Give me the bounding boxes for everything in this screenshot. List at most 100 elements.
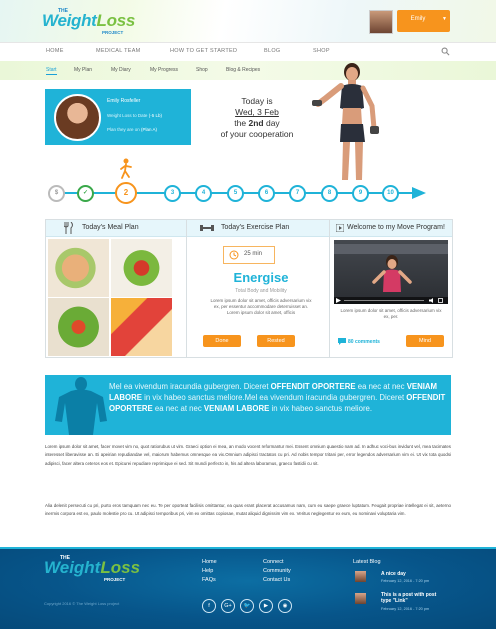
duration-badge: 25 min <box>223 246 275 264</box>
footer-link-faqs[interactable]: FAQs <box>202 577 216 583</box>
done-button[interactable]: Done <box>203 335 241 347</box>
volume-icon[interactable] <box>429 298 434 303</box>
body-paragraph-1: Lorem ipsum dolor sit amet, facer movet … <box>45 444 451 466</box>
video-progress-bar[interactable] <box>344 300 424 301</box>
video-player[interactable] <box>334 240 448 304</box>
fitness-model-image <box>312 63 379 180</box>
timeline-step-done-icon[interactable]: ✓ <box>77 185 94 202</box>
runner-icon <box>120 158 132 179</box>
timeline-step-6[interactable]: 6 <box>258 185 275 202</box>
meal-photo-4[interactable] <box>111 298 172 356</box>
blog-post-title-1[interactable]: A nice day <box>381 571 406 577</box>
timeline-step-8[interactable]: 8 <box>321 185 338 202</box>
exercise-plan-card-header: Today's Exercise Plan <box>187 220 335 237</box>
rested-button[interactable]: Rested <box>257 335 295 347</box>
timeline-step-9[interactable]: 9 <box>352 185 369 202</box>
timeline-step-10[interactable]: 10 <box>382 185 399 202</box>
chevron-down-icon: ▼ <box>442 16 447 22</box>
profile-photo <box>54 94 101 141</box>
blog-post-title-2[interactable]: This is a post with post type "Link" <box>381 592 443 604</box>
user-name: Emily <box>410 16 426 22</box>
meal-plan-card-header: Today's Meal Plan <box>46 220 194 237</box>
instagram-icon[interactable]: ◉ <box>278 599 292 613</box>
logo-wordmark: WeightLoss <box>42 11 136 30</box>
body-paragraph-2: Alia delenit persecuti cu pri, purto ero… <box>45 503 451 517</box>
nav-item-blog[interactable]: BLOG <box>264 48 280 54</box>
subnav-item-blog-recipes[interactable]: Blog & Recipes <box>226 67 260 73</box>
athlete-silhouette-image <box>55 377 107 435</box>
footer-link-connect[interactable]: Connect <box>263 559 284 565</box>
footer-logo[interactable]: THE WeightLoss PROJECT <box>44 555 144 583</box>
mind-button[interactable]: Mind <box>406 335 444 347</box>
meal-plan-card: Today's Meal Plan <box>45 219 195 358</box>
exercise-plan-card: Today's Exercise Plan 25 min Energise To… <box>186 219 336 358</box>
blog-thumb-1[interactable] <box>355 571 366 582</box>
footer-link-help[interactable]: Help <box>202 568 213 574</box>
search-icon[interactable] <box>441 47 450 56</box>
video-controls[interactable] <box>334 297 448 304</box>
meal-photo-3[interactable] <box>48 298 109 356</box>
footer-logo-wordmark: WeightLoss <box>44 558 141 577</box>
footer-link-home[interactable]: Home <box>202 559 217 565</box>
banner-text: Mel ea vivendum iracundia gubergren. Dic… <box>109 382 446 413</box>
footer-copyright: Copyright 2016 © The Weight Loss project <box>44 601 120 606</box>
timeline-step-7[interactable]: 7 <box>289 185 306 202</box>
blog-post-date-1: February 12, 2016 - 7:20 pm <box>381 579 430 583</box>
move-program-card: Welcome to my Move Program! Lorem ipsum … <box>329 219 453 358</box>
cutlery-icon <box>64 222 73 234</box>
play-icon <box>336 224 344 232</box>
timeline-step-current[interactable]: 2 <box>115 182 137 204</box>
logo-project-text: PROJECT <box>102 30 124 35</box>
meal-plan-title: Today's Meal Plan <box>82 224 139 231</box>
subnav-item-my-diary[interactable]: My Diary <box>111 67 131 73</box>
motivation-banner: Mel ea vivendum iracundia gubergren. Dic… <box>45 375 451 435</box>
workout-subtitle: Total Body and Mobility <box>235 288 287 294</box>
subnav-item-my-progress[interactable]: My Progress <box>150 67 178 73</box>
play-button-icon[interactable] <box>336 298 341 303</box>
fullscreen-icon[interactable] <box>438 298 443 303</box>
duration-value: 25 min <box>244 251 263 257</box>
footer-link-community[interactable]: Community <box>263 568 291 574</box>
subnav-item-my-plan[interactable]: My Plan <box>74 67 92 73</box>
profile-card: Emily Rosfeller Weight Loss to Date (-5 … <box>45 89 191 145</box>
video-frame-image <box>334 244 448 292</box>
footer-link-contact-us[interactable]: Contact Us <box>263 577 290 583</box>
plan-line: Plan they are on (Plan A) <box>107 127 158 132</box>
timeline-step-3[interactable]: 3 <box>164 185 181 202</box>
meal-photo-1[interactable] <box>48 239 109 297</box>
timeline-step-start-icon[interactable]: $ <box>48 185 65 202</box>
twitter-icon[interactable]: 🐦 <box>240 599 254 613</box>
timeline-step-4[interactable]: 4 <box>195 185 212 202</box>
facebook-icon[interactable]: f <box>202 599 216 613</box>
comments-count[interactable]: 80 comments <box>348 339 380 345</box>
clock-icon <box>229 250 239 260</box>
main-nav: HOME MEDICAL TEAM HOW TO GET STARTED BLO… <box>0 42 496 63</box>
nav-item-how-to-get-started[interactable]: HOW TO GET STARTED <box>170 48 237 54</box>
subnav-item-shop[interactable]: Shop <box>196 67 208 73</box>
move-program-title: Welcome to my Move Program! <box>347 224 445 231</box>
google-plus-icon[interactable]: G+ <box>221 599 235 613</box>
youtube-icon[interactable]: ▶ <box>259 599 273 613</box>
video-description: Lorem ipsum dolor sit amet, officis adve… <box>340 308 442 319</box>
brand-logo[interactable]: THE WeightLoss PROJECT <box>42 8 142 36</box>
header-bar: THE WeightLoss PROJECT Emily ▼ <box>0 0 496 42</box>
nav-item-home[interactable]: HOME <box>46 48 64 54</box>
meal-photo-2[interactable] <box>111 239 172 297</box>
weight-loss-line: Weight Loss to Date (-5 Lb) <box>107 113 162 118</box>
nav-item-medical-team[interactable]: MEDICAL TEAM <box>96 48 141 54</box>
workout-description: Lorem ipsum dolor sit amet, officis adve… <box>210 298 312 315</box>
nav-item-shop[interactable]: SHOP <box>313 48 330 54</box>
today-date: Wed, 3 Feb <box>235 107 279 117</box>
blog-post-date-2: February 12, 2016 - 7:20 pm <box>381 607 430 611</box>
latest-blog-title: Latest Blog <box>353 559 381 565</box>
user-menu-button[interactable]: Emily ▼ <box>397 10 450 32</box>
profile-name: Emily Rosfeller <box>107 98 141 104</box>
today-message: Today is Wed, 3 Feb the 2nd day of your … <box>215 96 299 140</box>
avatar[interactable] <box>369 10 393 34</box>
blog-thumb-2[interactable] <box>355 593 366 604</box>
footer: THE WeightLoss PROJECT Copyright 2016 © … <box>0 549 496 629</box>
subnav-item-start[interactable]: Start <box>46 67 57 75</box>
comments-icon <box>338 338 346 345</box>
timeline-step-5[interactable]: 5 <box>227 185 244 202</box>
dumbbell-icon <box>200 225 214 231</box>
